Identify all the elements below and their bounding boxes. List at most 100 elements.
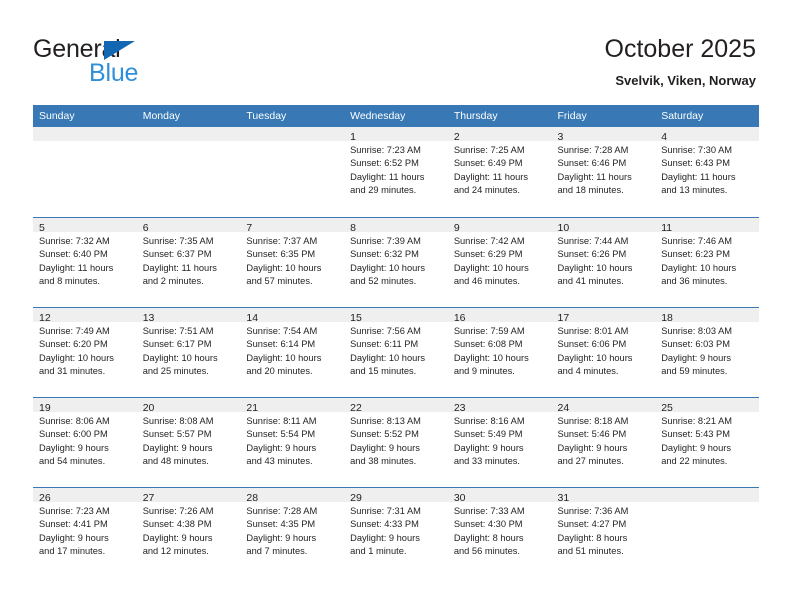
day-cell[interactable]: 4 Sunrise: 7:30 AM Sunset: 6:43 PM Dayli…: [655, 127, 759, 217]
day-details: Sunrise: 8:06 AM Sunset: 6:00 PM Dayligh…: [33, 412, 137, 468]
daylight-text-line2: and 27 minutes.: [557, 455, 624, 466]
daylight-text-line1: Daylight: 11 hours: [350, 171, 425, 182]
day-cell[interactable]: 8 Sunrise: 7:39 AM Sunset: 6:32 PM Dayli…: [344, 218, 448, 307]
daylight-text-line2: and 24 minutes.: [453, 184, 520, 195]
daylight-text-line2: and 9 minutes.: [453, 365, 515, 376]
daylight-text-line1: Daylight: 10 hours: [557, 262, 633, 273]
day-cell[interactable]: 18 Sunrise: 8:03 AM Sunset: 6:03 PM Dayl…: [655, 308, 759, 397]
day-cell[interactable]: 26 Sunrise: 7:23 AM Sunset: 4:41 PM Dayl…: [33, 488, 137, 577]
sunset-text: Sunset: 6:43 PM: [661, 158, 730, 169]
day-cell[interactable]: 23 Sunrise: 8:16 AM Sunset: 5:49 PM Dayl…: [447, 398, 552, 487]
sunrise-text: Sunrise: 8:01 AM: [557, 326, 629, 336]
sunrise-text: Sunrise: 7:59 AM: [453, 326, 525, 336]
day-details: Sunrise: 7:30 AM Sunset: 6:43 PM Dayligh…: [655, 141, 759, 197]
day-number-band: 14: [240, 308, 345, 324]
sunrise-text: Sunrise: 7:33 AM: [453, 506, 525, 516]
daylight-text-line1: Daylight: 11 hours: [142, 262, 217, 273]
day-cell[interactable]: 22 Sunrise: 8:13 AM Sunset: 5:52 PM Dayl…: [344, 398, 448, 487]
sunset-text: Sunset: 6:08 PM: [453, 339, 523, 350]
sunset-text: Sunset: 6:35 PM: [246, 249, 316, 260]
daylight-text-line2: and 33 minutes.: [453, 455, 520, 466]
daylight-text-line2: and 20 minutes.: [246, 365, 313, 376]
weekday-header-friday: Friday: [557, 110, 587, 122]
sunset-text: Sunset: 6:46 PM: [557, 158, 627, 169]
day-details: Sunrise: 8:01 AM Sunset: 6:06 PM Dayligh…: [552, 322, 656, 378]
day-cell[interactable]: 16 Sunrise: 7:59 AM Sunset: 6:08 PM Dayl…: [447, 308, 552, 397]
day-cell[interactable]: 12 Sunrise: 7:49 AM Sunset: 6:20 PM Dayl…: [33, 308, 137, 397]
daylight-text-line2: and 31 minutes.: [39, 365, 106, 376]
daylight-text-line1: Daylight: 10 hours: [39, 352, 114, 363]
day-cell[interactable]: 27 Sunrise: 7:26 AM Sunset: 4:38 PM Dayl…: [136, 488, 241, 577]
day-cell[interactable]: 19 Sunrise: 8:06 AM Sunset: 6:00 PM Dayl…: [33, 398, 137, 487]
day-number-band: 24: [551, 398, 656, 414]
general-blue-logo[interactable]: General Blue: [33, 36, 273, 92]
daylight-text-line1: Daylight: 8 hours: [453, 532, 524, 543]
daylight-text-line1: Daylight: 9 hours: [39, 532, 109, 543]
daylight-text-line2: and 59 minutes.: [661, 365, 728, 376]
day-cell[interactable]: 2 Sunrise: 7:25 AM Sunset: 6:49 PM Dayli…: [447, 127, 552, 217]
daylight-text-line2: and 13 minutes.: [661, 184, 728, 195]
sunrise-text: Sunrise: 8:21 AM: [661, 416, 733, 426]
day-cell[interactable]: 28 Sunrise: 7:28 AM Sunset: 4:35 PM Dayl…: [240, 488, 345, 577]
day-details: Sunrise: 7:23 AM Sunset: 4:41 PM Dayligh…: [33, 502, 137, 558]
day-number: 29: [350, 492, 362, 504]
day-cell[interactable]: 13 Sunrise: 7:51 AM Sunset: 6:17 PM Dayl…: [136, 308, 241, 397]
sunset-text: Sunset: 5:54 PM: [246, 429, 316, 440]
day-cell[interactable]: 30 Sunrise: 7:33 AM Sunset: 4:30 PM Dayl…: [447, 488, 552, 577]
daylight-text-line2: and 56 minutes.: [453, 545, 520, 556]
daylight-text-line1: Daylight: 9 hours: [142, 442, 213, 453]
day-cell[interactable]: 20 Sunrise: 8:08 AM Sunset: 5:57 PM Dayl…: [136, 398, 241, 487]
sunset-text: Sunset: 6:14 PM: [246, 339, 316, 350]
sunrise-text: Sunrise: 7:28 AM: [246, 506, 318, 516]
day-cell[interactable]: 7 Sunrise: 7:37 AM Sunset: 6:35 PM Dayli…: [240, 218, 345, 307]
sunrise-text: Sunrise: 7:25 AM: [453, 145, 525, 155]
day-cell[interactable]: 31 Sunrise: 7:36 AM Sunset: 4:27 PM Dayl…: [551, 488, 656, 577]
daylight-text-line2: and 12 minutes.: [142, 545, 209, 556]
day-cell[interactable]: 29 Sunrise: 7:31 AM Sunset: 4:33 PM Dayl…: [344, 488, 448, 577]
day-number: 21: [246, 402, 259, 414]
day-details: Sunrise: 7:49 AM Sunset: 6:20 PM Dayligh…: [33, 322, 137, 378]
day-cell[interactable]: 24 Sunrise: 8:18 AM Sunset: 5:46 PM Dayl…: [551, 398, 656, 487]
sunset-text: Sunset: 4:38 PM: [142, 519, 212, 530]
day-cell[interactable]: 10 Sunrise: 7:44 AM Sunset: 6:26 PM Dayl…: [551, 218, 656, 307]
day-number: 17: [557, 312, 570, 324]
day-details: Sunrise: 7:36 AM Sunset: 4:27 PM Dayligh…: [552, 502, 656, 558]
day-details: Sunrise: 7:28 AM Sunset: 4:35 PM Dayligh…: [240, 502, 344, 558]
weekday-header-monday: Monday: [142, 110, 181, 122]
day-cell[interactable]: 1 Sunrise: 7:23 AM Sunset: 6:52 PM Dayli…: [344, 127, 448, 217]
day-cell[interactable]: 11 Sunrise: 7:46 AM Sunset: 6:23 PM Dayl…: [655, 218, 759, 307]
day-cell[interactable]: 14 Sunrise: 7:54 AM Sunset: 6:14 PM Dayl…: [240, 308, 345, 397]
day-cell[interactable]: 15 Sunrise: 7:56 AM Sunset: 6:11 PM Dayl…: [344, 308, 448, 397]
daylight-text-line2: and 43 minutes.: [246, 455, 313, 466]
week-row: 1 Sunrise: 7:23 AM Sunset: 6:52 PM Dayli…: [33, 127, 759, 217]
day-details: Sunrise: 7:25 AM Sunset: 6:49 PM Dayligh…: [448, 141, 552, 197]
daylight-text-line1: Daylight: 9 hours: [246, 532, 317, 543]
sunrise-text: Sunrise: 7:39 AM: [350, 236, 421, 246]
sunset-text: Sunset: 5:52 PM: [350, 429, 419, 440]
daylight-text-line1: Daylight: 10 hours: [453, 352, 529, 363]
day-number: 30: [453, 492, 466, 504]
day-cell[interactable]: 25 Sunrise: 8:21 AM Sunset: 5:43 PM Dayl…: [655, 398, 759, 487]
day-number-band: 17: [551, 308, 656, 324]
day-cell[interactable]: 5 Sunrise: 7:32 AM Sunset: 6:40 PM Dayli…: [33, 218, 137, 307]
sunrise-text: Sunrise: 8:13 AM: [350, 416, 421, 426]
daylight-text-line2: and 4 minutes.: [557, 365, 619, 376]
day-cell[interactable]: 17 Sunrise: 8:01 AM Sunset: 6:06 PM Dayl…: [551, 308, 656, 397]
daylight-text-line1: Daylight: 9 hours: [661, 442, 731, 453]
sunrise-text: Sunrise: 7:56 AM: [350, 326, 421, 336]
sunset-text: Sunset: 4:30 PM: [453, 519, 523, 530]
day-number: 28: [246, 492, 259, 504]
daylight-text-line1: Daylight: 11 hours: [453, 171, 529, 182]
day-cell[interactable]: 3 Sunrise: 7:28 AM Sunset: 6:46 PM Dayli…: [551, 127, 656, 217]
weekday-header-sunday: Sunday: [39, 110, 75, 122]
day-details: Sunrise: 7:28 AM Sunset: 6:46 PM Dayligh…: [552, 141, 656, 197]
daylight-text-line2: and 2 minutes.: [142, 275, 204, 286]
day-cell[interactable]: 6 Sunrise: 7:35 AM Sunset: 6:37 PM Dayli…: [136, 218, 241, 307]
sunrise-text: Sunrise: 7:32 AM: [39, 236, 110, 246]
day-cell[interactable]: 9 Sunrise: 7:42 AM Sunset: 6:29 PM Dayli…: [447, 218, 552, 307]
day-number: 11: [661, 222, 673, 234]
week-row: 19 Sunrise: 8:06 AM Sunset: 6:00 PM Dayl…: [33, 397, 759, 487]
day-cell[interactable]: 21 Sunrise: 8:11 AM Sunset: 5:54 PM Dayl…: [240, 398, 345, 487]
day-number: 18: [661, 312, 673, 324]
day-number: 22: [350, 402, 362, 414]
